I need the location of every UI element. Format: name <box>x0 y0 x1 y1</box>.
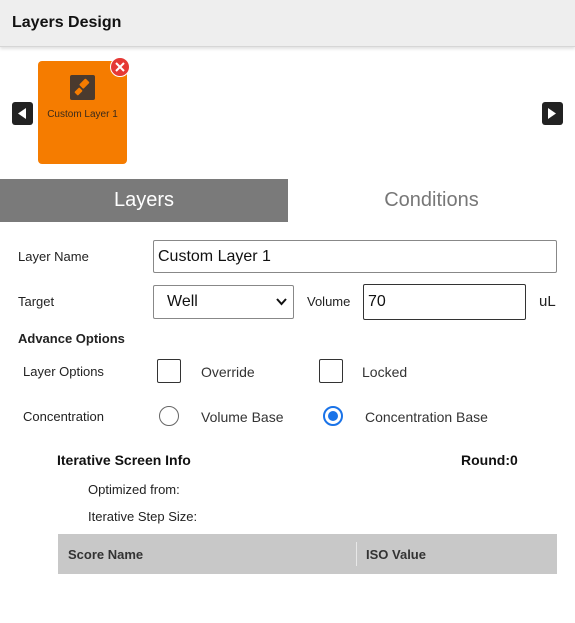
override-label: Override <box>201 364 255 380</box>
caret-left-icon <box>18 108 26 119</box>
concentration-base-label: Concentration Base <box>365 409 488 425</box>
column-score-name[interactable]: Score Name <box>68 547 143 562</box>
layer-name-input[interactable]: Custom Layer 1 <box>153 240 557 273</box>
app-header: Layers Design <box>0 0 575 47</box>
volume-base-label: Volume Base <box>201 409 284 425</box>
round-indicator: Round:0 <box>461 452 518 468</box>
locked-label: Locked <box>362 364 408 380</box>
paintbrush-icon <box>70 75 95 100</box>
locked-checkbox[interactable] <box>319 359 343 383</box>
column-divider <box>356 542 357 566</box>
iterative-screen-title: Iterative Screen Info <box>57 452 191 468</box>
prev-layer-button[interactable] <box>12 102 33 125</box>
layer-card-label: Custom Layer 1 <box>47 109 118 120</box>
target-select-value: Well <box>167 293 198 310</box>
volume-base-radio[interactable] <box>159 406 179 426</box>
override-checkbox[interactable] <box>157 359 181 383</box>
volume-label: Volume <box>307 294 351 309</box>
column-iso-value[interactable]: ISO Value <box>366 547 426 562</box>
caret-right-icon <box>548 108 556 119</box>
layer-options-label: Layer Options <box>23 364 104 379</box>
page-title: Layers Design <box>12 14 122 31</box>
next-layer-button[interactable] <box>542 102 563 125</box>
volume-input[interactable]: 70 <box>363 284 526 320</box>
volume-unit: uL <box>539 293 556 310</box>
concentration-label: Concentration <box>23 409 104 424</box>
layer-card[interactable]: Custom Layer 1 <box>38 61 127 164</box>
chevron-down-icon <box>276 298 287 306</box>
optimized-from-label: Optimized from: <box>88 482 180 497</box>
tab-layers[interactable]: Layers <box>0 179 288 222</box>
concentration-base-radio[interactable] <box>323 406 343 426</box>
score-table-header: Score Name ISO Value <box>58 534 557 574</box>
target-label: Target <box>18 294 55 309</box>
tab-conditions[interactable]: Conditions <box>288 179 575 222</box>
remove-layer-button[interactable] <box>110 57 130 77</box>
tab-bar: Layers Conditions <box>0 179 575 222</box>
layer-name-label: Layer Name <box>18 249 89 264</box>
close-icon <box>115 62 125 72</box>
advance-options-title: Advance Options <box>18 331 125 346</box>
step-size-label: Iterative Step Size: <box>88 509 198 524</box>
target-select[interactable]: Well <box>153 285 294 319</box>
radio-selected-dot <box>328 411 338 421</box>
